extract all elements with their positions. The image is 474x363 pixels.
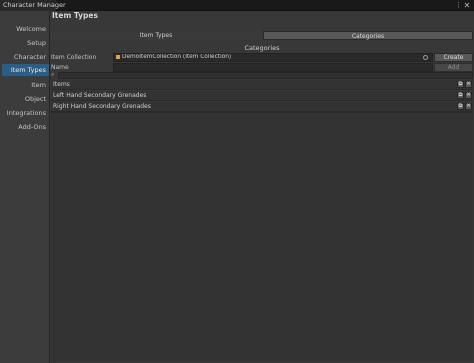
list-item[interactable]: Items ⧉ ✕ xyxy=(51,80,473,90)
window-tab-title[interactable]: Character Manager xyxy=(0,0,66,11)
item-collection-label: Item Collection xyxy=(51,54,97,61)
sidebar-item-integrations[interactable]: Integrations xyxy=(0,107,49,119)
tab-categories[interactable]: Categories xyxy=(263,31,473,40)
close-icon[interactable]: ✕ xyxy=(463,1,471,10)
list-empty-area xyxy=(51,112,473,362)
window-titlebar: Character Manager ⋮ ✕ xyxy=(0,0,474,11)
page-title: Item Types xyxy=(52,11,98,20)
name-input[interactable] xyxy=(113,63,433,72)
item-collection-value: DemoItemCollection (Item Collection) xyxy=(122,54,232,60)
duplicate-icon[interactable]: ⧉ xyxy=(457,103,464,110)
item-collection-row: Item Collection DemoItemCollection (Item… xyxy=(51,53,473,62)
list-item-label: Items xyxy=(53,81,70,88)
sidebar-item-object[interactable]: Object xyxy=(0,93,49,105)
duplicate-icon[interactable]: ⧉ xyxy=(457,81,464,88)
list-item[interactable]: Left Hand Secondary Grenades ⧉ ✕ xyxy=(51,91,473,101)
section-title: Categories xyxy=(244,44,280,52)
sidebar-item-item-types[interactable]: Item Types xyxy=(2,64,49,76)
item-collection-field[interactable]: DemoItemCollection (Item Collection) xyxy=(113,53,433,62)
menu-icon[interactable]: ⋮ xyxy=(455,1,462,10)
name-row: Name Add xyxy=(51,63,473,72)
search-input[interactable] xyxy=(58,72,473,79)
search-row: ⌕ xyxy=(51,71,473,79)
delete-icon[interactable]: ✕ xyxy=(465,103,472,110)
search-icon: ⌕ xyxy=(51,71,55,78)
create-button[interactable]: Create xyxy=(434,53,473,62)
sidebar-item-character[interactable]: Character xyxy=(0,51,49,63)
view-toggle: Item Types Categories xyxy=(51,31,473,40)
asset-icon xyxy=(116,54,120,59)
delete-icon[interactable]: ✕ xyxy=(465,81,472,88)
duplicate-icon[interactable]: ⧉ xyxy=(457,92,464,99)
tab-item-types[interactable]: Item Types xyxy=(51,31,261,40)
sidebar-item-welcome[interactable]: Welcome xyxy=(0,23,49,35)
sidebar-item-setup[interactable]: Setup xyxy=(0,37,49,49)
sidebar: Welcome Setup Character Item Types Item … xyxy=(0,11,50,363)
object-picker-icon[interactable] xyxy=(423,55,428,60)
list-item-label: Left Hand Secondary Grenades xyxy=(53,92,147,99)
add-button[interactable]: Add xyxy=(434,63,473,72)
list-item-label: Right Hand Secondary Grenades xyxy=(53,103,151,110)
list-item[interactable]: Right Hand Secondary Grenades ⧉ ✕ xyxy=(51,102,473,112)
sidebar-item-add-ons[interactable]: Add-Ons xyxy=(0,121,49,133)
delete-icon[interactable]: ✕ xyxy=(465,92,472,99)
main-panel: Item Types Item Types Categories Categor… xyxy=(50,11,474,363)
sidebar-item-item[interactable]: Item xyxy=(0,79,49,91)
